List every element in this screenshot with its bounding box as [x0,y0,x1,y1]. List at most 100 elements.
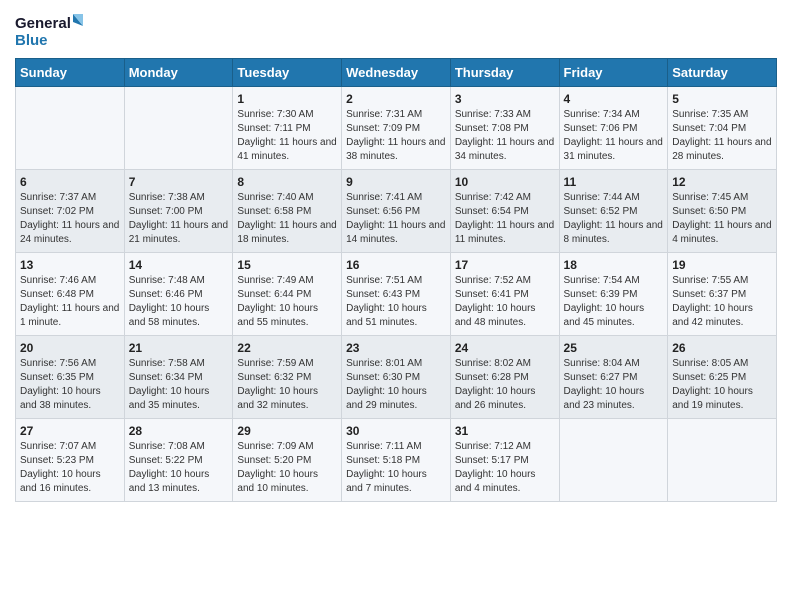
calendar-cell: 10Sunrise: 7:42 AMSunset: 6:54 PMDayligh… [450,170,559,253]
calendar-cell: 19 Sunrise: 7:55 AMSunset: 6:37 PMDayligh… [668,253,777,336]
cell-content: Sunrise: 7:56 AMSunset: 6:35 PMDaylight:… [20,357,120,413]
cell-content: Sunrise: 7:11 AMSunset: 5:18 PMDaylight:… [346,440,446,496]
day-number: 26 [672,341,772,355]
day-number: 24 [455,341,555,355]
calendar-cell: 24 Sunrise: 8:02 AMSunset: 6:28 PMDayligh… [450,336,559,419]
day-number: 31 [455,424,555,438]
cell-content: Sunrise: 8:02 AMSunset: 6:28 PMDaylight:… [455,357,555,413]
cell-content: Sunrise: 8:05 AMSunset: 6:25 PMDaylight:… [672,357,772,413]
calendar-cell [124,87,233,170]
cell-content: Sunrise: 7:33 AMSunset: 7:08 PMDaylight:… [455,108,555,164]
calendar-cell: 3 Sunrise: 7:33 AMSunset: 7:08 PMDaylight… [450,87,559,170]
calendar-cell: 9 Sunrise: 7:41 AMSunset: 6:56 PMDaylight… [342,170,451,253]
cell-content: Sunrise: 8:04 AMSunset: 6:27 PMDaylight:… [564,357,664,413]
cell-content: Sunrise: 7:48 AMSunset: 6:46 PMDaylight:… [129,274,229,330]
day-number: 2 [346,92,446,106]
cell-content: Sunrise: 7:07 AMSunset: 5:23 PMDaylight:… [20,440,120,496]
day-number: 7 [129,175,229,189]
day-number: 4 [564,92,664,106]
calendar-cell: 27 Sunrise: 7:07 AMSunset: 5:23 PMDayligh… [16,419,125,502]
calendar-week-row: 27 Sunrise: 7:07 AMSunset: 5:23 PMDayligh… [16,419,777,502]
day-number: 13 [20,258,120,272]
day-number: 9 [346,175,446,189]
weekday-header-monday: Monday [124,59,233,87]
cell-content: Sunrise: 7:54 AMSunset: 6:39 PMDaylight:… [564,274,664,330]
cell-content: Sunrise: 7:38 AMSunset: 7:00 PMDaylight:… [129,191,229,247]
day-number: 21 [129,341,229,355]
cell-content: Sunrise: 7:55 AMSunset: 6:37 PMDaylight:… [672,274,772,330]
calendar-cell: 11 Sunrise: 7:44 AMSunset: 6:52 PMDayligh… [559,170,668,253]
calendar-week-row: 6 Sunrise: 7:37 AMSunset: 7:02 PMDaylight… [16,170,777,253]
calendar-cell: 1 Sunrise: 7:30 AMSunset: 7:11 PMDaylight… [233,87,342,170]
cell-content: Sunrise: 7:35 AMSunset: 7:04 PMDaylight:… [672,108,772,164]
cell-content: Sunrise: 7:49 AMSunset: 6:44 PMDaylight:… [237,274,337,330]
cell-content: Sunrise: 7:51 AMSunset: 6:43 PMDaylight:… [346,274,446,330]
cell-content: Sunrise: 7:59 AMSunset: 6:32 PMDaylight:… [237,357,337,413]
cell-content: Sunrise: 8:01 AMSunset: 6:30 PMDaylight:… [346,357,446,413]
day-number: 25 [564,341,664,355]
weekday-header-tuesday: Tuesday [233,59,342,87]
logo-svg: General Blue [15,10,85,50]
day-number: 16 [346,258,446,272]
day-number: 14 [129,258,229,272]
logo: General Blue [15,10,85,50]
header: General Blue [15,10,777,50]
svg-text:Blue: Blue [15,32,48,49]
weekday-header-wednesday: Wednesday [342,59,451,87]
calendar-cell: 6 Sunrise: 7:37 AMSunset: 7:02 PMDaylight… [16,170,125,253]
cell-content: Sunrise: 7:44 AMSunset: 6:52 PMDaylight:… [564,191,664,247]
cell-content: Sunrise: 7:12 AMSunset: 5:17 PMDaylight:… [455,440,555,496]
calendar-cell: 8 Sunrise: 7:40 AMSunset: 6:58 PMDaylight… [233,170,342,253]
calendar-cell: 29Sunrise: 7:09 AMSunset: 5:20 PMDayligh… [233,419,342,502]
cell-content: Sunrise: 7:09 AMSunset: 5:20 PMDaylight:… [237,440,337,496]
cell-content: Sunrise: 7:34 AMSunset: 7:06 PMDaylight:… [564,108,664,164]
calendar-cell: 7 Sunrise: 7:38 AMSunset: 7:00 PMDaylight… [124,170,233,253]
day-number: 18 [564,258,664,272]
weekday-header-friday: Friday [559,59,668,87]
day-number: 5 [672,92,772,106]
cell-content: Sunrise: 7:42 AMSunset: 6:54 PMDaylight:… [455,191,555,247]
calendar-cell: 5 Sunrise: 7:35 AMSunset: 7:04 PMDaylight… [668,87,777,170]
day-number: 12 [672,175,772,189]
calendar-cell [16,87,125,170]
weekday-header-thursday: Thursday [450,59,559,87]
day-number: 8 [237,175,337,189]
cell-content: Sunrise: 7:37 AMSunset: 7:02 PMDaylight:… [20,191,120,247]
calendar-cell: 13 Sunrise: 7:46 AMSunset: 6:48 PMDayligh… [16,253,125,336]
weekday-header-row: SundayMondayTuesdayWednesdayThursdayFrid… [16,59,777,87]
day-number: 11 [564,175,664,189]
day-number: 27 [20,424,120,438]
day-number: 15 [237,258,337,272]
cell-content: Sunrise: 7:58 AMSunset: 6:34 PMDaylight:… [129,357,229,413]
day-number: 19 [672,258,772,272]
cell-content: Sunrise: 7:45 AMSunset: 6:50 PMDaylight:… [672,191,772,247]
day-number: 20 [20,341,120,355]
cell-content: Sunrise: 7:52 AMSunset: 6:41 PMDaylight:… [455,274,555,330]
calendar-cell: 23Sunrise: 8:01 AMSunset: 6:30 PMDayligh… [342,336,451,419]
calendar-cell: 26 Sunrise: 8:05 AMSunset: 6:25 PMDayligh… [668,336,777,419]
cell-content: Sunrise: 7:46 AMSunset: 6:48 PMDaylight:… [20,274,120,330]
calendar-cell: 2Sunrise: 7:31 AMSunset: 7:09 PMDaylight… [342,87,451,170]
calendar-cell: 30 Sunrise: 7:11 AMSunset: 5:18 PMDayligh… [342,419,451,502]
calendar-table: SundayMondayTuesdayWednesdayThursdayFrid… [15,58,777,502]
calendar-cell [559,419,668,502]
calendar-cell: 17 Sunrise: 7:52 AMSunset: 6:41 PMDayligh… [450,253,559,336]
calendar-week-row: 13 Sunrise: 7:46 AMSunset: 6:48 PMDayligh… [16,253,777,336]
calendar-cell: 16 Sunrise: 7:51 AMSunset: 6:43 PMDayligh… [342,253,451,336]
day-number: 1 [237,92,337,106]
calendar-cell: 15 Sunrise: 7:49 AMSunset: 6:44 PMDayligh… [233,253,342,336]
day-number: 17 [455,258,555,272]
calendar-cell: 14 Sunrise: 7:48 AMSunset: 6:46 PMDayligh… [124,253,233,336]
day-number: 22 [237,341,337,355]
day-number: 6 [20,175,120,189]
day-number: 30 [346,424,446,438]
day-number: 3 [455,92,555,106]
cell-content: Sunrise: 7:40 AMSunset: 6:58 PMDaylight:… [237,191,337,247]
calendar-week-row: 1 Sunrise: 7:30 AMSunset: 7:11 PMDaylight… [16,87,777,170]
calendar-cell: 25 Sunrise: 8:04 AMSunset: 6:27 PMDayligh… [559,336,668,419]
cell-content: Sunrise: 7:41 AMSunset: 6:56 PMDaylight:… [346,191,446,247]
cell-content: Sunrise: 7:08 AMSunset: 5:22 PMDaylight:… [129,440,229,496]
cell-content: Sunrise: 7:30 AMSunset: 7:11 PMDaylight:… [237,108,337,164]
calendar-cell: 4 Sunrise: 7:34 AMSunset: 7:06 PMDaylight… [559,87,668,170]
calendar-container: General Blue SundayMondayTuesdayWednesda… [0,0,792,512]
